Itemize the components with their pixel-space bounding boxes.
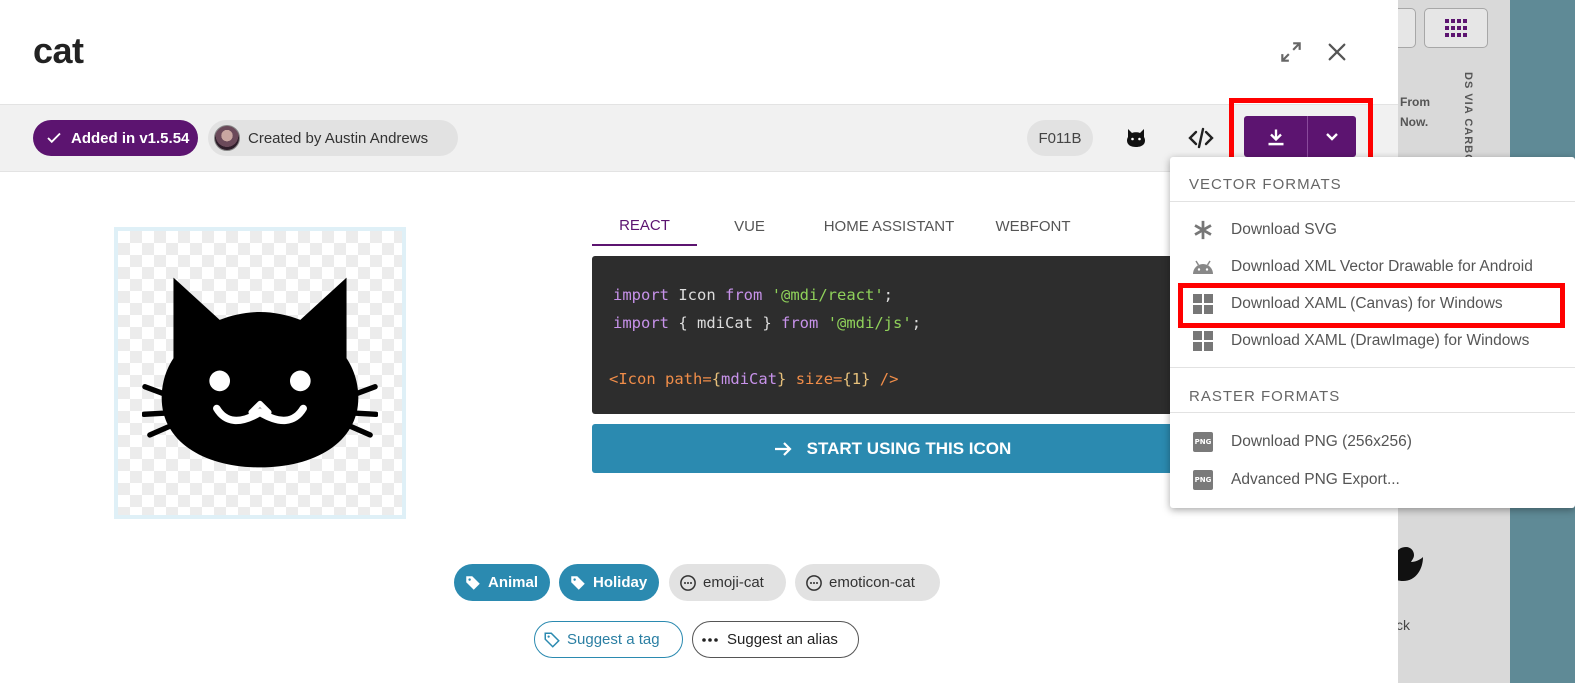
cat-icon <box>142 277 378 468</box>
tag-icon <box>464 574 482 592</box>
divider <box>1170 412 1575 413</box>
arrow-right-icon <box>774 441 792 456</box>
close-icon[interactable] <box>1323 38 1351 66</box>
author-chip[interactable]: Created by Austin Andrews <box>208 120 458 156</box>
vector-formats-header: VECTOR FORMATS <box>1189 176 1342 193</box>
divider <box>1170 367 1575 368</box>
cat-preview-icon[interactable] <box>1118 120 1154 156</box>
background-duck-label: ck <box>1396 617 1410 633</box>
codepoint-chip[interactable]: F011B <box>1027 120 1093 156</box>
highlight-box-xaml-canvas <box>1178 283 1565 328</box>
page-title: cat <box>33 30 84 71</box>
grid-icon <box>1445 19 1467 37</box>
tab-webfont[interactable]: WEBFONT <box>983 206 1083 246</box>
tag-animal[interactable]: Animal <box>454 564 550 601</box>
android-icon <box>1191 255 1215 279</box>
menu-item-advanced-png-export[interactable]: PNG Advanced PNG Export... <box>1170 462 1575 498</box>
code-line-2: import { mdiCat } from '@mdi/js'; <box>613 314 922 332</box>
tab-react[interactable]: REACT <box>592 206 697 246</box>
code-snippet[interactable]: import Icon from '@mdi/react'; import { … <box>592 256 1192 414</box>
dots-icon <box>701 637 719 643</box>
expand-icon[interactable] <box>1277 38 1305 66</box>
code-icon[interactable] <box>1183 120 1219 156</box>
start-using-label: START USING THIS ICON <box>806 438 1012 458</box>
suggest-alias-button[interactable]: Suggest an alias <box>692 621 859 658</box>
menu-item-download-xaml-drawimage[interactable]: Download XAML (DrawImage) for Windows <box>1170 323 1575 359</box>
icon-preview <box>114 227 406 519</box>
author-label: Created by Austin Andrews <box>248 129 429 147</box>
raster-formats-header: RASTER FORMATS <box>1189 388 1341 405</box>
start-using-button[interactable]: START USING THIS ICON <box>592 424 1192 473</box>
divider <box>1170 201 1575 202</box>
tab-home-assistant[interactable]: HOME ASSISTANT <box>810 206 968 246</box>
download-menu: VECTOR FORMATS Download SVG Download XML… <box>1170 157 1575 508</box>
menu-item-download-svg[interactable]: Download SVG <box>1170 212 1575 248</box>
alias-emoticon-cat[interactable]: emoticon-cat <box>795 564 940 601</box>
asterisk-icon <box>1191 218 1215 242</box>
alias-emoji-cat[interactable]: emoji-cat <box>669 564 786 601</box>
check-icon <box>47 132 61 144</box>
avatar <box>214 125 240 151</box>
tab-vue[interactable]: VUE <box>707 206 792 246</box>
code-line-3: <Icon path={mdiCat} size={1} /> <box>609 370 899 388</box>
code-line-1: import Icon from '@mdi/react'; <box>613 286 894 304</box>
background-grid-button <box>1424 8 1488 48</box>
background-text-from: From <box>1400 95 1430 109</box>
tag-holiday[interactable]: Holiday <box>559 564 659 601</box>
png-icon: PNG <box>1191 430 1215 454</box>
dots-circle-icon <box>679 574 697 592</box>
dots-circle-icon <box>805 574 823 592</box>
background-text-now: Now. <box>1400 115 1429 129</box>
suggest-tag-button[interactable]: Suggest a tag <box>534 621 683 658</box>
windows-icon <box>1191 329 1215 353</box>
added-version-badge[interactable]: Added in v1.5.54 <box>33 120 198 156</box>
added-version-label: Added in v1.5.54 <box>71 129 190 147</box>
menu-item-download-android-xml[interactable]: Download XML Vector Drawable for Android <box>1170 249 1575 285</box>
tag-icon <box>569 574 587 592</box>
menu-item-download-png[interactable]: PNG Download PNG (256x256) <box>1170 424 1575 460</box>
tag-outline-icon <box>543 631 561 649</box>
png-icon: PNG <box>1191 468 1215 492</box>
